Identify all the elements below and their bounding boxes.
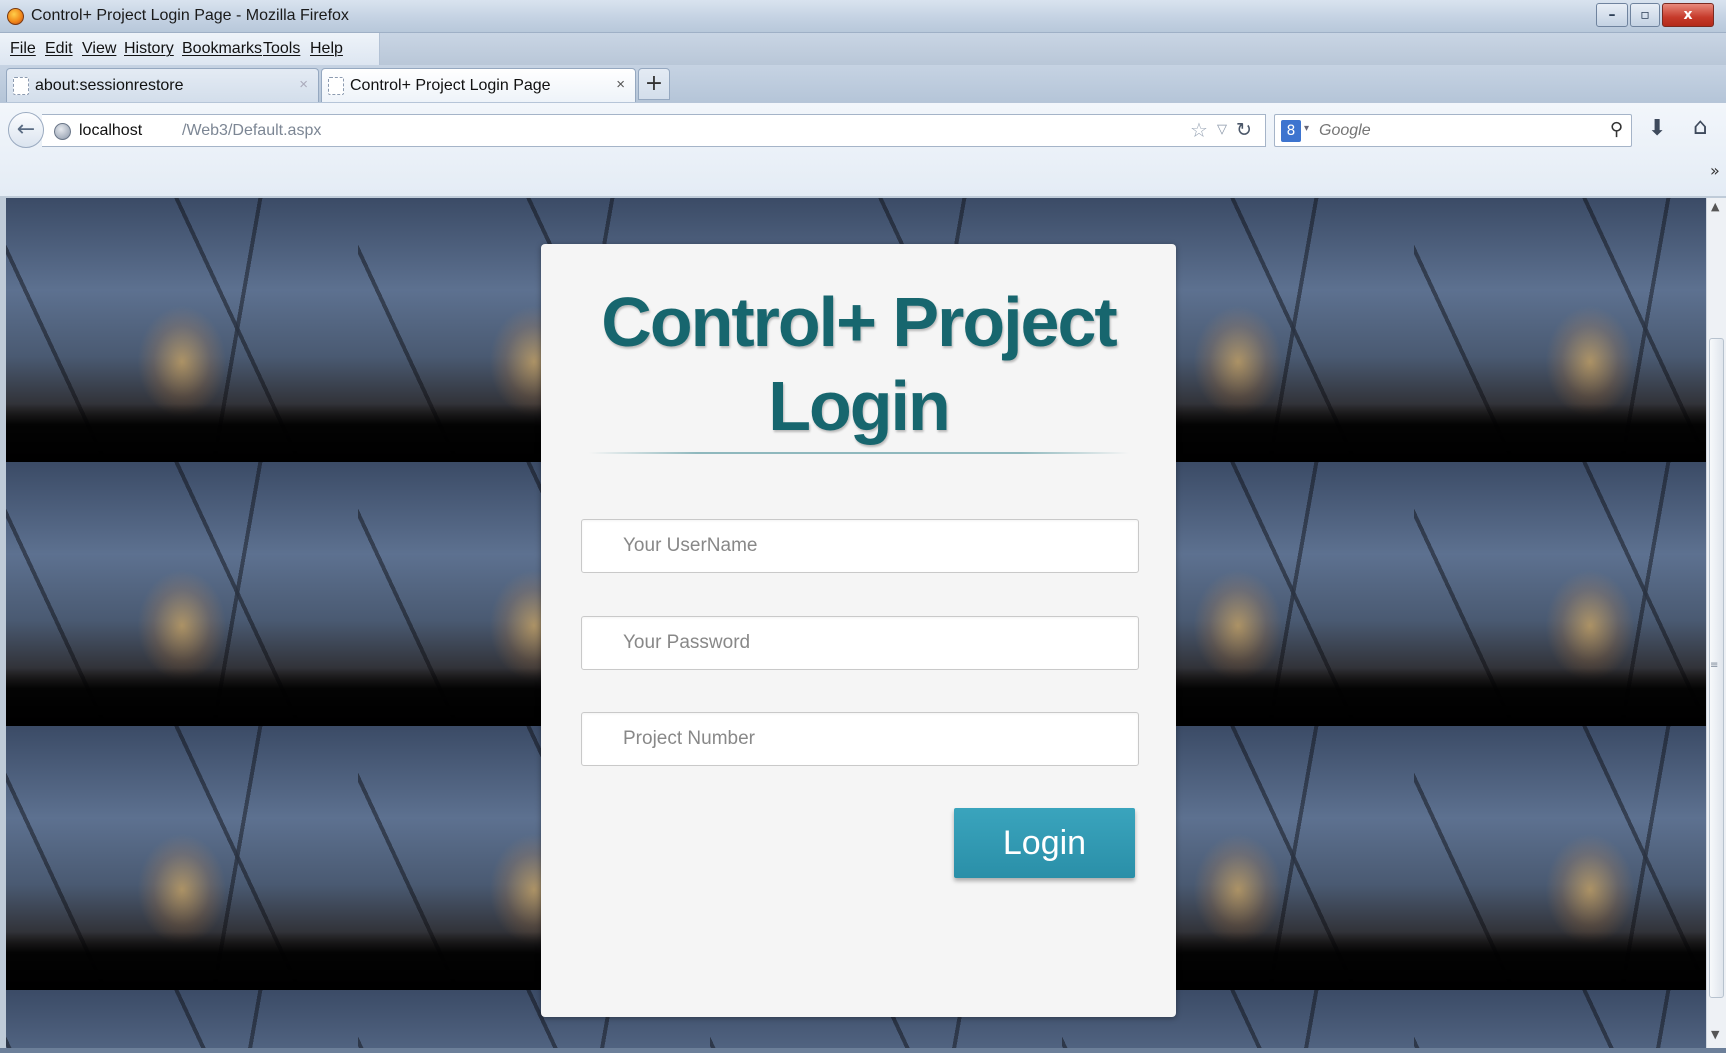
- blank-page-icon: [13, 77, 29, 95]
- toolbar-overflow-icon[interactable]: »: [1710, 161, 1720, 180]
- url-path: /Web3/Default.aspx: [182, 122, 322, 139]
- scroll-down-icon[interactable]: ▼: [1711, 1028, 1719, 1041]
- menu-tools[interactable]: Tools: [263, 40, 300, 58]
- menu-file[interactable]: File: [10, 40, 36, 58]
- window-titlebar: Control+ Project Login Page - Mozilla Fi…: [0, 0, 1726, 33]
- tab-close-icon[interactable]: ×: [616, 76, 625, 93]
- close-window-button[interactable]: x: [1662, 3, 1714, 27]
- menu-bar: File Edit View History Bookmarks Tools H…: [0, 33, 380, 65]
- blank-page-icon: [328, 77, 344, 95]
- search-bar[interactable]: 8 ▾ ⚲: [1274, 114, 1632, 147]
- reload-icon[interactable]: ↻: [1236, 119, 1252, 141]
- window-title: Control+ Project Login Page - Mozilla Fi…: [31, 7, 349, 24]
- tab-sessionrestore[interactable]: about:sessionrestore ×: [6, 68, 319, 102]
- menu-edit[interactable]: Edit: [45, 40, 73, 58]
- login-title: Control+ Project Login: [601, 283, 1117, 445]
- menubar-background: [380, 33, 1726, 65]
- maximize-button[interactable]: ▫: [1630, 3, 1660, 27]
- engine-dropdown-icon[interactable]: ▾: [1304, 123, 1309, 134]
- bookmark-star-icon[interactable]: ☆: [1190, 118, 1208, 142]
- vertical-scrollbar[interactable]: ▲ ≡ ▼: [1706, 198, 1726, 1048]
- status-bar: [0, 1048, 1726, 1053]
- username-field[interactable]: [581, 519, 1139, 573]
- tab-label: Control+ Project Login Page: [350, 77, 551, 94]
- url-host: localhost: [79, 122, 143, 139]
- login-panel: Control+ Project Login Login: [541, 244, 1176, 1017]
- menu-view[interactable]: View: [82, 40, 116, 58]
- download-icon[interactable]: ⬇: [1648, 116, 1666, 141]
- history-dropdown-icon[interactable]: ▽: [1217, 122, 1227, 137]
- search-input[interactable]: [1319, 119, 1589, 143]
- firefox-icon: [7, 8, 24, 25]
- new-tab-button[interactable]: +: [638, 68, 670, 100]
- back-button[interactable]: ←: [8, 112, 44, 148]
- globe-icon: [54, 123, 71, 140]
- login-button[interactable]: Login: [954, 808, 1135, 878]
- back-arrow-icon: ←: [16, 117, 36, 142]
- menu-history[interactable]: History: [124, 40, 174, 58]
- home-icon[interactable]: ⌂: [1693, 114, 1708, 140]
- google-engine-icon[interactable]: 8: [1281, 120, 1301, 142]
- menu-bookmarks[interactable]: Bookmarks: [182, 40, 262, 58]
- tab-strip: about:sessionrestore × Control+ Project …: [0, 65, 1726, 102]
- scroll-grip-icon: ≡: [1710, 660, 1719, 671]
- title-divider: [589, 452, 1129, 454]
- tab-close-icon[interactable]: ×: [299, 76, 308, 93]
- tab-login-page[interactable]: Control+ Project Login Page ×: [321, 68, 636, 102]
- menu-help[interactable]: Help: [310, 40, 343, 58]
- scroll-up-icon[interactable]: ▲: [1711, 200, 1719, 213]
- tab-label: about:sessionrestore: [35, 77, 184, 94]
- search-icon[interactable]: ⚲: [1610, 119, 1623, 140]
- project-number-field[interactable]: [581, 712, 1139, 766]
- navigation-bar: localhost /Web3/Default.aspx ☆ ▽ ↻ ← 8 ▾…: [0, 102, 1726, 196]
- address-bar[interactable]: localhost /Web3/Default.aspx ☆ ▽ ↻: [42, 114, 1266, 147]
- password-field[interactable]: [581, 616, 1139, 670]
- minimize-button[interactable]: –: [1596, 3, 1628, 27]
